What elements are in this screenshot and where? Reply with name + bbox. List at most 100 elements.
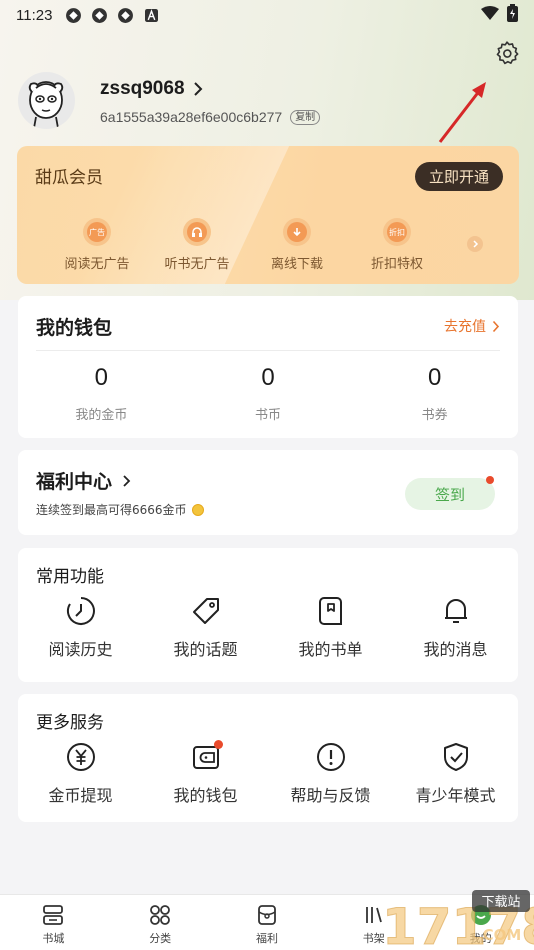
func-my-booklist[interactable]: 我的书单 [268, 596, 393, 660]
notification-icon [116, 6, 134, 24]
vip-perk-label: 听书无广告 [164, 257, 230, 272]
booklist-icon [318, 597, 342, 625]
func-label: 我的书单 [298, 640, 363, 659]
stat-label: 书币 [255, 408, 282, 423]
stat-coins[interactable]: 0 我的金币 [18, 364, 185, 423]
vip-perk[interactable]: 广告 阅读无广告 [47, 218, 147, 272]
func-my-wallet[interactable]: 我的钱包 [143, 740, 268, 806]
chevron-right-icon [473, 240, 479, 248]
settings-button[interactable] [494, 40, 520, 66]
wallet-red-dot [213, 740, 223, 749]
bookstore-icon [43, 905, 64, 925]
stat-label: 书券 [421, 408, 448, 423]
help-icon [316, 743, 345, 771]
avatar[interactable] [18, 72, 75, 129]
func-my-messages[interactable]: 我的消息 [393, 596, 518, 660]
welfare-icon [258, 905, 276, 925]
username: zssq9068 [100, 78, 185, 99]
status-bar: 11:23 [0, 0, 534, 30]
func-label: 我的消息 [423, 640, 488, 659]
vip-perk[interactable]: 离线下载 [247, 218, 347, 272]
wifi-icon [481, 6, 499, 24]
common-functions-card: 常用功能 阅读历史 我的话题 我的书单 我的消息 [18, 548, 518, 682]
stat-label: 我的金币 [75, 408, 128, 423]
sheep-avatar-icon [28, 81, 64, 129]
tab-label: 书城 [42, 932, 65, 945]
common-functions-title: 常用功能 [36, 567, 104, 587]
wallet-stats: 0 我的金币 0 书币 0 书券 [18, 364, 518, 423]
shield-icon [443, 743, 468, 771]
chevron-right-icon [193, 82, 202, 96]
wallet-icon-wrap [191, 740, 223, 772]
func-label: 帮助与反馈 [290, 786, 371, 805]
no-ads-icon: 广告 [83, 218, 111, 246]
discount-icon: 折扣 [383, 218, 411, 246]
func-label: 金币提现 [48, 786, 113, 805]
status-time: 11:23 [16, 6, 53, 24]
more-services-title: 更多服务 [36, 713, 104, 733]
wallet-card: 我的钱包 去充值 0 我的金币 0 书币 0 书券 [18, 296, 518, 438]
bell-icon [444, 599, 467, 623]
vip-card[interactable]: 甜瓜会员 立即开通 广告 阅读无广告 听书无广告 离线下载 折扣 折扣特权 [17, 146, 519, 284]
tab-label: 福利 [255, 932, 278, 945]
func-label: 青少年模式 [415, 786, 496, 805]
gear-icon [496, 41, 519, 65]
more-services-row: 金币提现 我的钱包 帮助与反馈 青少年模式 [18, 740, 518, 806]
category-icon [150, 905, 171, 925]
download-icon [283, 218, 311, 246]
svg-text:下载站: 下载站 [481, 895, 520, 910]
coin-icon [191, 503, 204, 516]
signin-red-dot [486, 476, 494, 484]
tab-label: 分类 [149, 932, 172, 945]
vip-perk[interactable]: 折扣 折扣特权 [347, 218, 447, 272]
notification-icon [90, 6, 108, 24]
vip-open-button[interactable]: 立即开通 [415, 162, 503, 191]
annotation-arrow-icon [438, 82, 486, 143]
stat-value: 0 [94, 364, 109, 391]
vip-perks: 广告 阅读无广告 听书无广告 离线下载 折扣 折扣特权 [47, 218, 447, 272]
svg-text:COM: COM [483, 926, 522, 944]
vip-perk-label: 折扣特权 [370, 257, 423, 272]
stat-book-coins[interactable]: 0 书币 [185, 364, 352, 423]
func-my-topics[interactable]: 我的话题 [143, 596, 268, 660]
common-functions-row: 阅读历史 我的话题 我的书单 我的消息 [18, 596, 518, 660]
vip-perk-label: 离线下载 [270, 257, 323, 272]
welfare-card[interactable]: 福利中心 连续签到最高可得6666金币 签到 [18, 450, 518, 535]
divider [36, 350, 500, 351]
tab-category[interactable]: 分类 [107, 895, 214, 950]
func-teen-mode[interactable]: 青少年模式 [393, 742, 518, 806]
site-watermark-logo: 17178 下载站 COM [382, 890, 534, 950]
wallet-title: 我的钱包 [36, 317, 113, 339]
welfare-title-link[interactable]: 福利中心 [36, 467, 131, 494]
notification-icon [64, 6, 82, 24]
func-reading-history[interactable]: 阅读历史 [18, 596, 143, 660]
recharge-link[interactable]: 去充值 [444, 316, 500, 336]
tab-bookstore[interactable]: 书城 [0, 895, 107, 950]
user-id: 6a1555a39a28ef6e00c6b277 [100, 109, 283, 125]
more-services-card: 更多服务 金币提现 我的钱包 帮助与反馈 青少年模式 [18, 694, 518, 822]
vip-perk[interactable]: 听书无广告 [147, 218, 247, 272]
welfare-subtitle-row: 连续签到最高可得6666金币 [36, 501, 204, 518]
copy-button[interactable]: 复制 [290, 109, 321, 125]
signin-button[interactable]: 签到 [405, 478, 495, 510]
battery-icon [507, 4, 518, 26]
yuan-icon [66, 743, 95, 771]
app-notification-icon [142, 6, 160, 24]
tag-icon [192, 598, 219, 624]
func-label: 我的钱包 [173, 786, 238, 805]
username-link[interactable]: zssq9068 [100, 78, 203, 100]
func-coin-withdraw[interactable]: 金币提现 [18, 742, 143, 806]
stat-value: 0 [261, 364, 275, 391]
stat-book-vouchers[interactable]: 0 书券 [351, 364, 518, 423]
stat-value: 0 [428, 364, 442, 391]
func-help-feedback[interactable]: 帮助与反馈 [268, 742, 393, 806]
func-label: 我的话题 [173, 640, 238, 659]
chevron-right-icon [492, 320, 500, 332]
vip-perks-more-button[interactable] [467, 236, 483, 252]
vip-title: 甜瓜会员 [35, 168, 103, 188]
vip-perk-label: 阅读无广告 [64, 257, 130, 272]
chevron-right-icon [123, 474, 131, 487]
welfare-title: 福利中心 [36, 471, 113, 493]
func-label: 阅读历史 [48, 640, 113, 659]
history-icon [66, 597, 95, 625]
